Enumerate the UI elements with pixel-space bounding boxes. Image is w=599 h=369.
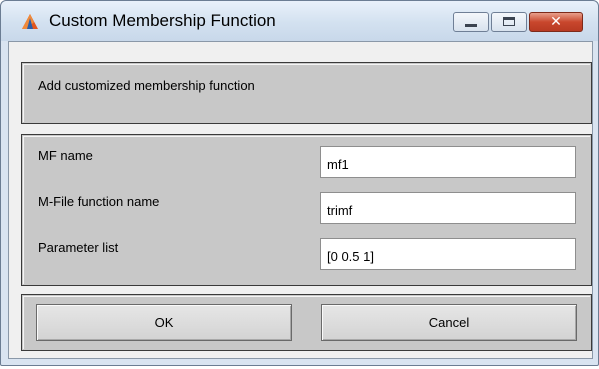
ok-button[interactable]: OK: [36, 304, 292, 341]
mf-name-input[interactable]: mf1: [320, 146, 576, 178]
description-text: Add customized membership function: [38, 78, 255, 93]
maximize-icon: [503, 17, 515, 26]
close-icon: ✕: [550, 14, 562, 30]
mfile-function-input[interactable]: trimf: [320, 192, 576, 224]
close-button[interactable]: ✕: [529, 12, 583, 32]
maximize-button[interactable]: [491, 12, 527, 32]
matlab-icon: [22, 14, 38, 29]
parameter-list-label: Parameter list: [38, 240, 119, 255]
cancel-button[interactable]: Cancel: [321, 304, 577, 341]
title-bar[interactable]: Custom Membership Function ✕: [1, 1, 598, 41]
window-title: Custom Membership Function: [49, 11, 276, 30]
mf-name-label: MF name: [38, 148, 93, 163]
parameter-list-input[interactable]: [0 0.5 1]: [320, 238, 576, 270]
minimize-button[interactable]: [453, 12, 489, 32]
mfile-function-label: M-File function name: [38, 194, 160, 209]
minimize-icon: [465, 24, 477, 27]
description-panel: [21, 62, 592, 124]
